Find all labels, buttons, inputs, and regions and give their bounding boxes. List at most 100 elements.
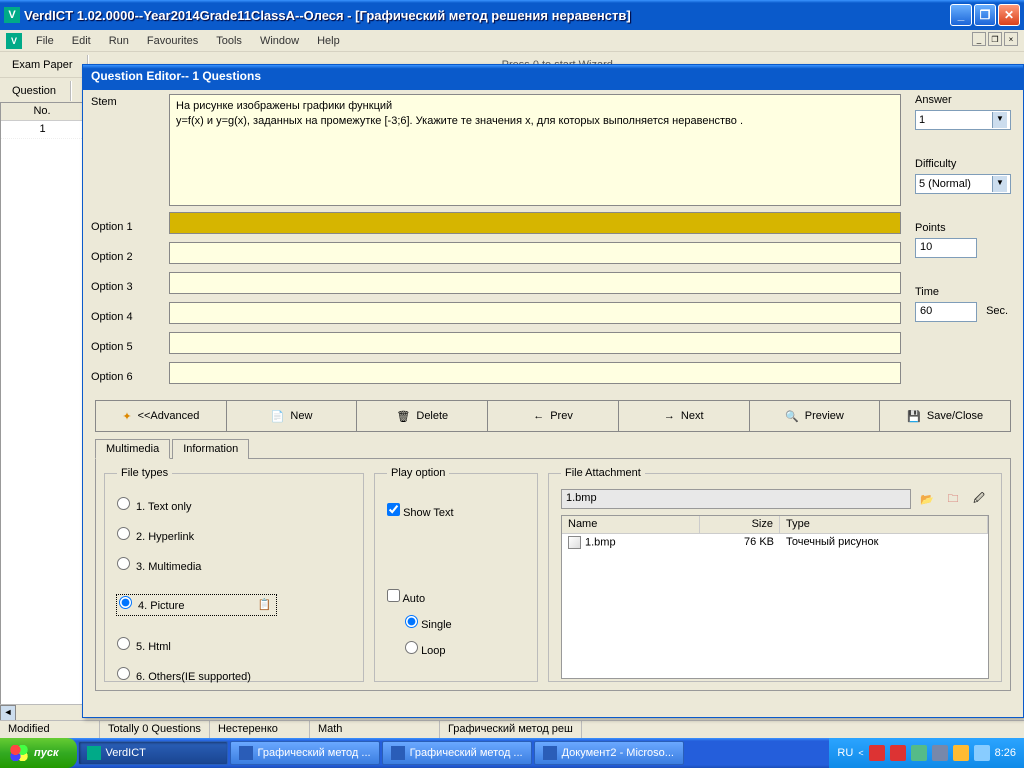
menu-file[interactable]: File (28, 33, 62, 49)
edit-attachment-icon[interactable]: 🖉 (969, 489, 989, 509)
delete-button[interactable]: 🗑Delete (357, 400, 488, 432)
filetype-text[interactable]: 1. Text only (117, 497, 351, 513)
tray-kaspersky-icon[interactable] (869, 745, 885, 761)
filetype-others[interactable]: 6. Others(IE supported) (117, 667, 351, 683)
difficulty-label: Difficulty (915, 158, 1015, 170)
close-button[interactable]: ✕ (998, 4, 1020, 26)
single-radio[interactable]: Single (405, 615, 525, 631)
filetype-hyperlink[interactable]: 2. Hyperlink (117, 527, 351, 543)
play-option-group: Play option Show Text Auto Single Loop (374, 467, 538, 682)
option3-input[interactable] (169, 272, 901, 294)
word-icon (391, 746, 405, 760)
stem-input[interactable]: На рисунке изображены графики функций y=… (169, 94, 901, 206)
stem-line: y=f(x) и y=g(x), заданных на промежутке … (176, 114, 894, 129)
chevron-down-icon: ▼ (992, 176, 1007, 192)
toolbar-question-label: Question (4, 85, 64, 97)
tray-msg-icon[interactable] (953, 745, 969, 761)
attachment-path[interactable]: 1.bmp (561, 489, 911, 509)
new-button[interactable]: 📄New (227, 400, 358, 432)
answer-select[interactable]: 1 ▼ (915, 110, 1011, 130)
preview-button[interactable]: 🔍Preview (750, 400, 881, 432)
tray-display-icon[interactable] (974, 745, 990, 761)
mdi-minimize-button[interactable]: _ (972, 32, 986, 46)
col-no: No. (1, 103, 84, 120)
word-icon (239, 746, 253, 760)
question-editor-dialog: Question Editor-- 1 Questions Stem Optio… (82, 64, 1024, 718)
auto-checkbox[interactable]: Auto (387, 589, 525, 605)
minimize-button[interactable]: _ (950, 4, 972, 26)
col-size[interactable]: Size (700, 516, 780, 533)
option4-input[interactable] (169, 302, 901, 324)
file-attachment-group: File Attachment 1.bmp 📂 🗀 🖉 Name Size Ty… (548, 467, 1002, 682)
time-label: Time (915, 286, 1015, 298)
mdi-restore-button[interactable]: ❐ (988, 32, 1002, 46)
task-verdict[interactable]: VerdICT (78, 741, 228, 765)
list-item[interactable]: 1 (1, 121, 84, 139)
tray-network-icon[interactable] (911, 745, 927, 761)
attachment-size: 76 KB (700, 534, 780, 552)
tray-volume-icon[interactable] (932, 745, 948, 761)
col-type[interactable]: Type (780, 516, 988, 533)
advanced-button[interactable]: ✦<<Advanced (95, 400, 227, 432)
attachment-type: Точечный рисунок (780, 534, 988, 552)
attachment-row[interactable]: 1.bmp 76 KB Точечный рисунок (562, 534, 988, 552)
new-icon: 📄 (271, 410, 285, 423)
filetype-picture[interactable]: 4. Picture 📋 (117, 595, 276, 615)
tab-information[interactable]: Information (172, 439, 249, 459)
filetype-multimedia[interactable]: 3. Multimedia (117, 557, 351, 573)
save-icon: 💾 (907, 410, 921, 423)
option5-input[interactable] (169, 332, 901, 354)
clock[interactable]: 8:26 (995, 747, 1016, 759)
task-word2[interactable]: Графический метод ... (382, 741, 532, 765)
filetype-html[interactable]: 5. Html (117, 637, 351, 653)
window-title: VerdICT 1.02.0000--Year2014Grade11ClassA… (24, 8, 950, 23)
file-types-group: File types 1. Text only 2. Hyperlink 3. … (104, 467, 364, 682)
option5-label: Option 5 (91, 332, 163, 362)
app-icon (87, 746, 101, 760)
menu-edit[interactable]: Edit (64, 33, 99, 49)
menu-window[interactable]: Window (252, 33, 307, 49)
col-name[interactable]: Name (562, 516, 700, 533)
save-close-button[interactable]: 💾Save/Close (880, 400, 1011, 432)
option1-input[interactable] (169, 212, 901, 234)
menubar: V File Edit Run Favourites Tools Window … (0, 30, 1024, 52)
status-modified: Modified (0, 721, 100, 738)
clipboard-icon[interactable]: 📋 (258, 598, 274, 614)
maximize-button[interactable]: ❐ (974, 4, 996, 26)
show-text-checkbox[interactable]: Show Text (387, 503, 525, 519)
lang-indicator[interactable]: RU (837, 747, 853, 759)
next-button[interactable]: →Next (619, 400, 750, 432)
prev-button[interactable]: ←Prev (488, 400, 619, 432)
titlebar: V VerdICT 1.02.0000--Year2014Grade11Clas… (0, 0, 1024, 30)
status-topic: Графический метод реш (440, 721, 582, 738)
option6-input[interactable] (169, 362, 901, 384)
task-word3[interactable]: Документ2 - Microso... (534, 741, 684, 765)
open-folder-icon[interactable]: 📂 (917, 489, 937, 509)
play-option-legend: Play option (387, 467, 449, 479)
attachment-list: Name Size Type 1.bmp 76 KB Точечный рису… (561, 515, 989, 679)
tray-chevron-icon[interactable]: < (858, 748, 863, 758)
mdi-close-button[interactable]: × (1004, 32, 1018, 46)
task-word1[interactable]: Графический метод ... (230, 741, 380, 765)
time-unit: Sec. (986, 305, 1008, 317)
dialog-title: Question Editor-- 1 Questions (83, 65, 1023, 90)
file-types-legend: File types (117, 467, 172, 479)
points-input[interactable]: 10 (915, 238, 977, 258)
menu-tools[interactable]: Tools (208, 33, 250, 49)
menu-favourites[interactable]: Favourites (139, 33, 206, 49)
option4-label: Option 4 (91, 302, 163, 332)
attachment-name: 1.bmp (585, 536, 616, 548)
start-button[interactable]: пуск (0, 738, 77, 768)
option3-label: Option 3 (91, 272, 163, 302)
scroll-left-icon[interactable]: ◄ (0, 705, 16, 721)
tray-shield-icon[interactable] (890, 745, 906, 761)
arrow-left-icon: ← (533, 410, 544, 422)
time-input[interactable]: 60 (915, 302, 977, 322)
option2-input[interactable] (169, 242, 901, 264)
loop-radio[interactable]: Loop (405, 641, 525, 657)
menu-run[interactable]: Run (101, 33, 137, 49)
menu-help[interactable]: Help (309, 33, 348, 49)
tab-multimedia[interactable]: Multimedia (95, 439, 170, 459)
difficulty-select[interactable]: 5 (Normal) ▼ (915, 174, 1011, 194)
remove-attachment-icon[interactable]: 🗀 (943, 489, 963, 509)
